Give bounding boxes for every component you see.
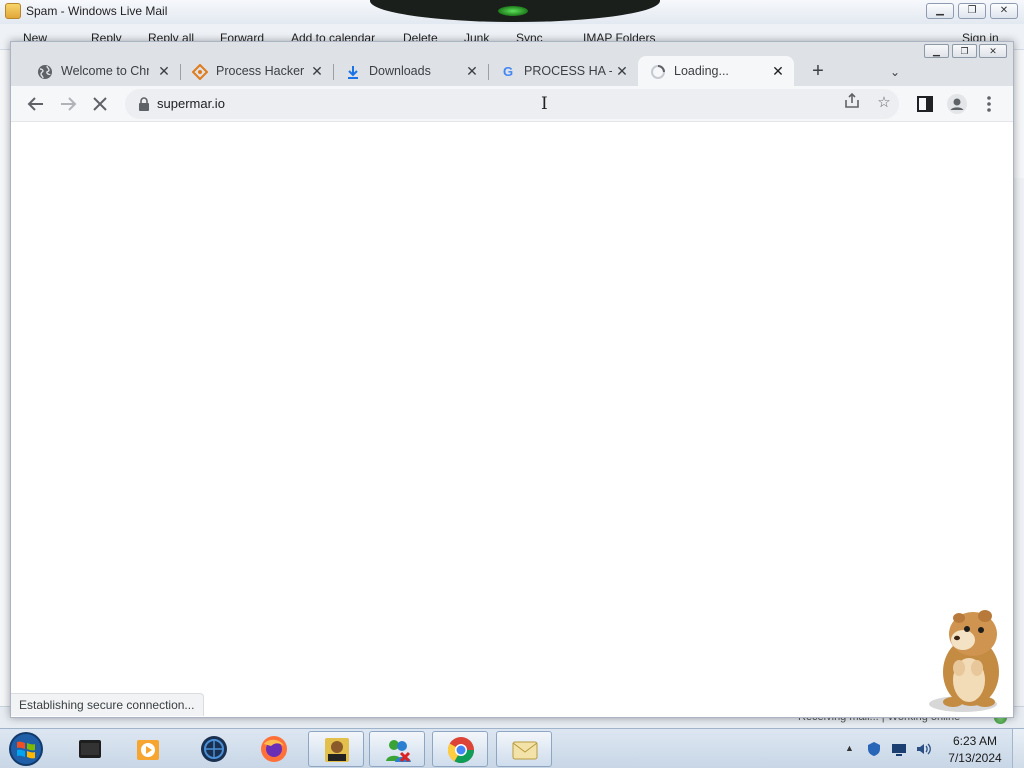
tray-network-monitor-icon[interactable] bbox=[891, 741, 907, 757]
razer-overlay-notch bbox=[370, 0, 660, 22]
stop-loading-button[interactable] bbox=[88, 92, 112, 116]
show-desktop-button[interactable] bbox=[1012, 729, 1024, 768]
tab-title: Downloads bbox=[369, 64, 431, 78]
tab-google-search[interactable]: G PROCESS HA - Google Search ✕ bbox=[488, 56, 638, 86]
start-button[interactable] bbox=[6, 730, 46, 768]
taskbar-media-player[interactable] bbox=[120, 731, 176, 767]
taskbar: ▲ 6:23 AM 7/13/2024 bbox=[0, 728, 1024, 768]
taskbar-sandboxie[interactable] bbox=[308, 731, 364, 767]
page-content-area[interactable]: Establishing secure connection... bbox=[11, 122, 1013, 717]
wlm-minimize-button[interactable]: ▁ bbox=[926, 3, 954, 19]
taskbar-network[interactable] bbox=[186, 731, 242, 767]
side-panel-icon bbox=[917, 96, 933, 112]
new-tab-button[interactable]: + bbox=[807, 61, 829, 83]
wlm-title-bar: Spam - Windows Live Mail ▁ ❐ ✕ bbox=[0, 0, 1024, 24]
wlm-restore-button[interactable]: ❐ bbox=[958, 3, 986, 19]
back-button[interactable] bbox=[24, 92, 48, 116]
messenger-people-icon bbox=[386, 740, 411, 763]
dark-globe-icon bbox=[201, 736, 227, 762]
chrome-menu-button[interactable] bbox=[977, 92, 1001, 116]
forward-arrow-icon bbox=[61, 97, 77, 111]
snake-logo-icon bbox=[498, 6, 528, 16]
tab-close-icon[interactable]: ✕ bbox=[309, 63, 325, 79]
tab-title: Welcome to Chrome bbox=[61, 64, 149, 78]
tab-close-icon[interactable]: ✕ bbox=[464, 63, 480, 79]
tray-overflow-chevron-icon[interactable]: ▲ bbox=[845, 743, 855, 753]
tab-title: PROCESS HA - Google Search bbox=[524, 64, 612, 78]
tab-loading-active[interactable]: Loading... ✕ bbox=[638, 56, 794, 86]
text-cursor-icon: I bbox=[541, 94, 548, 114]
forward-button[interactable] bbox=[56, 92, 80, 116]
hamster-mascot-icon bbox=[929, 610, 999, 712]
side-panel-button[interactable] bbox=[913, 92, 937, 116]
google-icon: G bbox=[502, 64, 514, 79]
tab-process-hacker[interactable]: Process Hacker - Overview ✕ bbox=[180, 56, 334, 86]
bookmark-star-icon[interactable]: ☆ bbox=[873, 92, 895, 114]
browser-toolbar: supermar.io I ☆ bbox=[11, 86, 1013, 122]
taskbar-explorer[interactable] bbox=[62, 731, 118, 767]
sandboxie-icon bbox=[325, 738, 349, 762]
lock-icon[interactable] bbox=[137, 97, 151, 111]
tab-title: Loading... bbox=[674, 64, 729, 78]
firefox-icon bbox=[261, 736, 287, 762]
kebab-menu-icon bbox=[987, 96, 991, 112]
mail-envelope-icon bbox=[512, 741, 538, 760]
mail-app-icon bbox=[5, 3, 21, 19]
windows-start-orb-icon bbox=[9, 732, 43, 766]
address-bar[interactable]: supermar.io I ☆ bbox=[125, 89, 899, 119]
taskbar-live-mail[interactable] bbox=[496, 731, 552, 767]
tab-title: Process Hacker - Overview bbox=[216, 64, 304, 78]
profile-avatar-icon bbox=[947, 94, 967, 114]
taskbar-messenger[interactable] bbox=[369, 731, 425, 767]
tab-close-icon[interactable]: ✕ bbox=[156, 63, 172, 79]
tray-shield-icon[interactable] bbox=[866, 741, 882, 757]
media-player-icon bbox=[137, 740, 159, 760]
profile-button[interactable] bbox=[945, 92, 969, 116]
process-hacker-icon bbox=[191, 63, 209, 81]
globe-icon bbox=[37, 64, 53, 80]
tab-search-chevron-icon[interactable]: ⌄ bbox=[885, 62, 905, 82]
share-icon[interactable] bbox=[841, 92, 863, 114]
status-bubble: Establishing secure connection... bbox=[11, 693, 205, 716]
taskbar-firefox[interactable] bbox=[246, 731, 302, 767]
back-arrow-icon bbox=[27, 97, 43, 111]
tab-close-icon[interactable]: ✕ bbox=[770, 63, 786, 79]
clock-time[interactable]: 6:23 AM bbox=[944, 734, 1006, 748]
url-text[interactable]: supermar.io bbox=[157, 96, 225, 111]
tab-welcome[interactable]: Welcome to Chrome ✕ bbox=[25, 56, 181, 86]
tray-speaker-icon[interactable] bbox=[915, 741, 931, 757]
clock-date[interactable]: 7/13/2024 bbox=[944, 751, 1006, 765]
chrome-icon bbox=[447, 737, 475, 764]
wlm-close-button[interactable]: ✕ bbox=[990, 3, 1018, 19]
tab-strip: Welcome to Chrome ✕ Process Hacker - Ove… bbox=[11, 52, 1013, 86]
taskbar-chrome[interactable] bbox=[432, 731, 488, 767]
wlm-window-title: Spam - Windows Live Mail bbox=[26, 4, 168, 18]
spinner-icon bbox=[650, 64, 666, 80]
tab-downloads[interactable]: Downloads ✕ bbox=[333, 56, 489, 86]
black-window-icon bbox=[79, 740, 101, 758]
download-icon bbox=[345, 64, 361, 80]
stop-x-icon bbox=[93, 97, 107, 111]
tab-close-icon[interactable]: ✕ bbox=[614, 63, 630, 79]
chrome-window: ▁ ❐ ✕ Welcome to Chrome ✕ Process Hacker… bbox=[10, 41, 1014, 718]
